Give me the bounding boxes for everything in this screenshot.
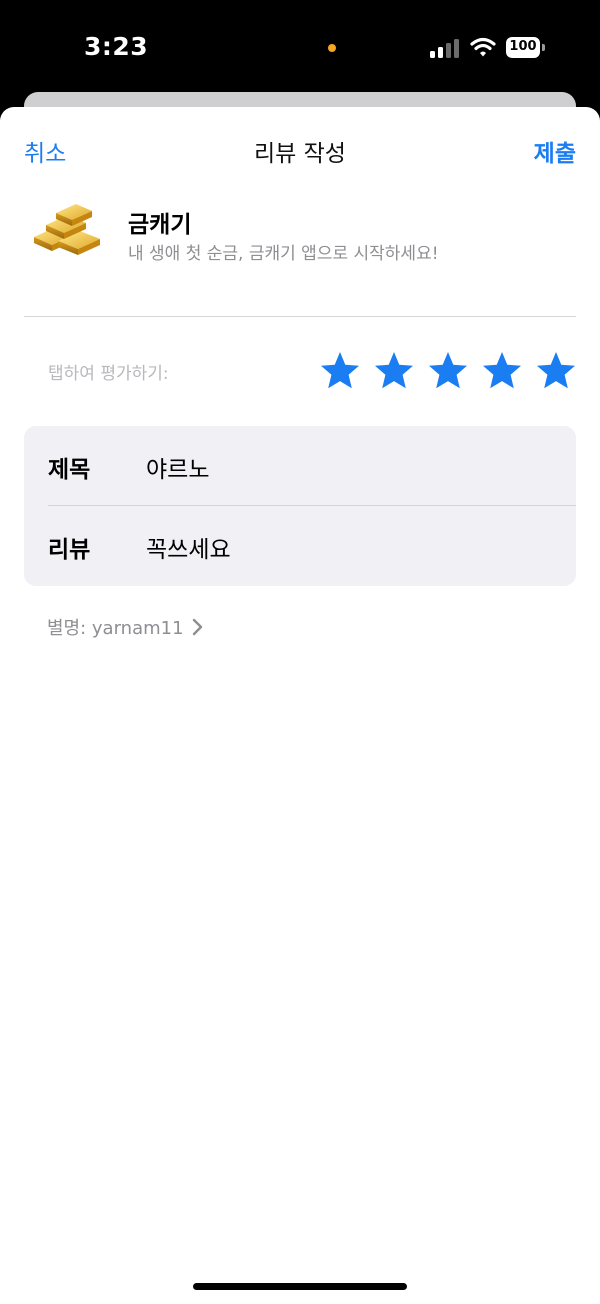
star-icon-2[interactable] — [374, 351, 414, 391]
title-field-row[interactable]: 제목 야르노 — [24, 426, 576, 506]
home-indicator[interactable] — [193, 1283, 407, 1290]
rating-label: 탭하여 평가하기: — [48, 364, 169, 384]
review-sheet: 리뷰 작성 취소 제출 금캐기 내 생애 첫 순금, 금캐기 앱으로 시작하세요… — [0, 107, 600, 1304]
app-subtitle: 내 생애 첫 순금, 금캐기 앱으로 시작하세요! — [128, 244, 439, 264]
privacy-indicator-dot — [328, 44, 336, 52]
review-input[interactable]: 꼭쓰세요 — [146, 530, 231, 564]
star-icon-5[interactable] — [536, 351, 576, 391]
battery-body: 100 — [506, 37, 540, 58]
nickname-text: 별명: yarnam11 — [47, 618, 184, 639]
cancel-button[interactable]: 취소 — [24, 134, 66, 168]
nav-title: 리뷰 작성 — [254, 141, 346, 167]
rating-row: 탭하여 평가하기: — [24, 351, 576, 397]
wifi-icon — [470, 37, 496, 57]
cellular-signal-icon — [430, 39, 459, 58]
submit-button[interactable]: 제출 — [534, 134, 576, 168]
navigation-bar: 리뷰 작성 취소 제출 — [0, 107, 600, 191]
divider — [24, 316, 576, 317]
star-rating — [306, 351, 576, 397]
nickname-link[interactable]: 별명: yarnam11 — [47, 614, 204, 640]
title-label: 제목 — [48, 457, 91, 483]
gold-bars-icon — [34, 204, 100, 255]
review-form: 제목 야르노 리뷰 꼭쓰세요 — [24, 426, 576, 586]
status-time: 3:23 — [84, 32, 149, 61]
star-icon-4[interactable] — [482, 351, 522, 391]
battery-icon: 100 — [506, 37, 546, 58]
chevron-right-icon — [192, 618, 202, 636]
review-field-row[interactable]: 리뷰 꼭쓰세요 — [24, 506, 576, 586]
star-icon-1[interactable] — [320, 351, 360, 391]
title-input[interactable]: 야르노 — [146, 450, 209, 484]
app-name: 금캐기 — [128, 212, 192, 238]
battery-level: 100 — [509, 39, 537, 54]
battery-tip — [542, 44, 545, 51]
app-info: 금캐기 내 생애 첫 순금, 금캐기 앱으로 시작하세요! — [24, 201, 576, 281]
star-icon-3[interactable] — [428, 351, 468, 391]
review-label: 리뷰 — [48, 537, 91, 563]
status-bar: 3:23 100 — [0, 0, 600, 92]
